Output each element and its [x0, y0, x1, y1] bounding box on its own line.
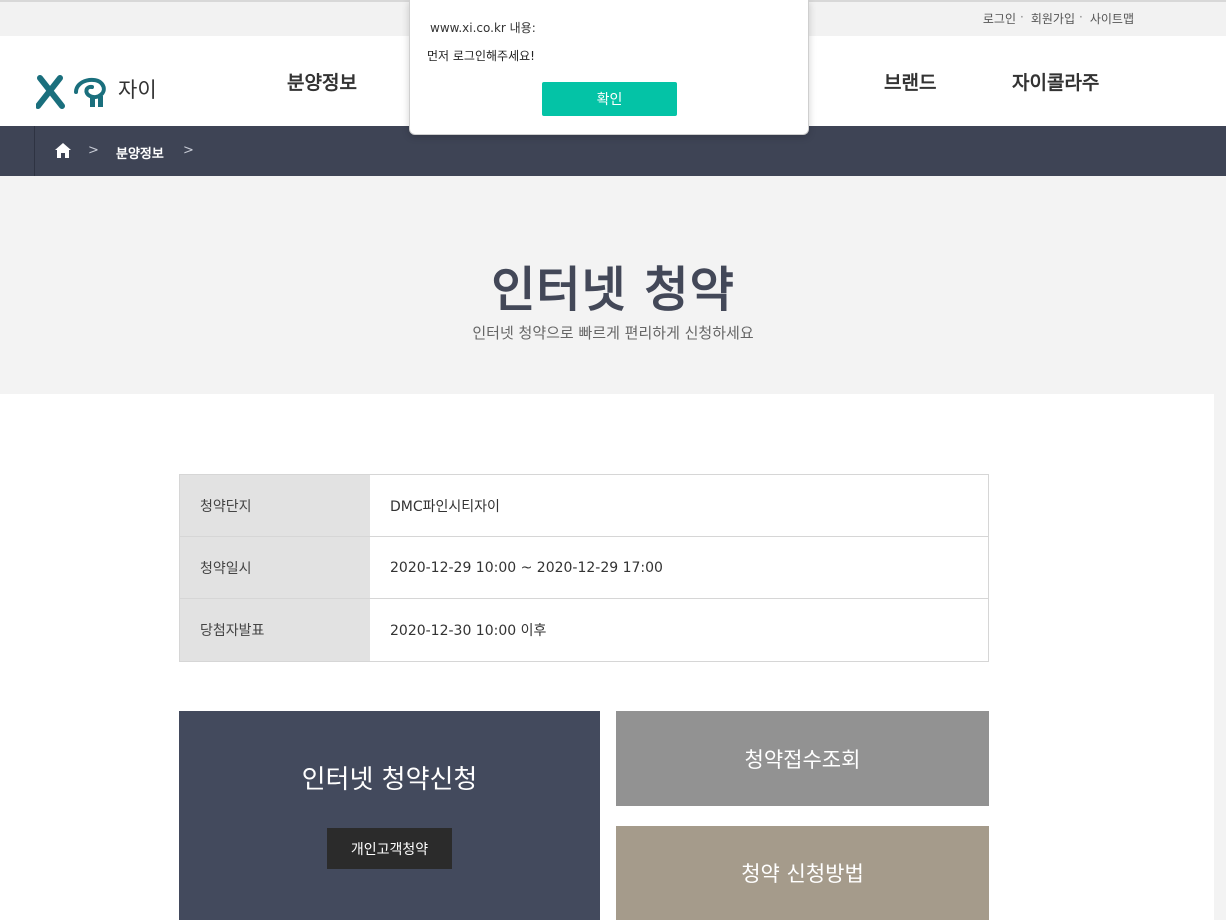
page-hero: 인터넷 청약 인터넷 청약으로 빠르게 편리하게 신청하세요 [0, 176, 1226, 394]
table-row: 청약일시 2020-12-29 10:00 ~ 2020-12-29 17:00 [180, 537, 988, 599]
subscription-info-table: 청약단지 DMC파인시티자이 청약일시 2020-12-29 10:00 ~ 2… [179, 474, 989, 662]
table-row: 청약단지 DMC파인시티자이 [180, 475, 988, 537]
chevron-right-icon: > [88, 143, 99, 158]
row-label: 청약일시 [180, 537, 370, 598]
apply-tile: 인터넷 청약신청 개인고객청약 [179, 711, 600, 920]
login-link[interactable]: 로그인 [983, 10, 1016, 27]
dialog-ok-button[interactable]: 확인 [542, 82, 677, 116]
row-label: 청약단지 [180, 475, 370, 536]
breadcrumb-divider [34, 126, 35, 176]
row-value: 2020-12-29 10:00 ~ 2020-12-29 17:00 [390, 559, 663, 576]
xi-logo[interactable]: 자이 [36, 60, 166, 110]
nav-item-brand[interactable]: 브랜드 [884, 68, 936, 95]
logo-text: 자이 [118, 78, 157, 102]
scrollbar-track[interactable] [1214, 394, 1226, 920]
row-value: DMC파인시티자이 [390, 498, 500, 515]
dialog-message: 먼저 로그인해주세요! [427, 49, 535, 63]
row-value: 2020-12-30 10:00 이후 [390, 623, 547, 639]
nav-item-collage[interactable]: 자이콜라주 [1012, 68, 1099, 95]
howto-tile-button[interactable]: 청약 신청방법 [616, 826, 989, 920]
page-subtitle: 인터넷 청약으로 빠르게 편리하게 신청하세요 [472, 324, 754, 342]
xi-logo-mark [36, 75, 106, 109]
dialog-origin: www.xi.co.kr 내용: [430, 21, 536, 35]
signup-link[interactable]: 회원가입 [1031, 10, 1075, 27]
breadcrumb-current[interactable]: 분양정보 [116, 143, 164, 162]
sitemap-link[interactable]: 사이트맵 [1090, 10, 1134, 27]
chevron-right-icon[interactable]: > [183, 143, 194, 158]
top-links: 로그인 · 회원가입 · 사이트맵 [982, 10, 1134, 27]
home-icon[interactable] [54, 142, 72, 163]
lookup-tile-button[interactable]: 청약접수조회 [616, 711, 989, 806]
page-title: 인터넷 청약 [491, 262, 735, 318]
nav-item-sales-info[interactable]: 분양정보 [287, 68, 357, 95]
table-row: 당첨자발표 2020-12-30 10:00 이후 [180, 599, 988, 661]
apply-tile-title: 인터넷 청약신청 [301, 765, 478, 795]
row-label: 당첨자발표 [180, 599, 370, 661]
alert-dialog: www.xi.co.kr 내용: 먼저 로그인해주세요! 확인 [409, 0, 809, 135]
personal-apply-button[interactable]: 개인고객청약 [327, 828, 452, 869]
